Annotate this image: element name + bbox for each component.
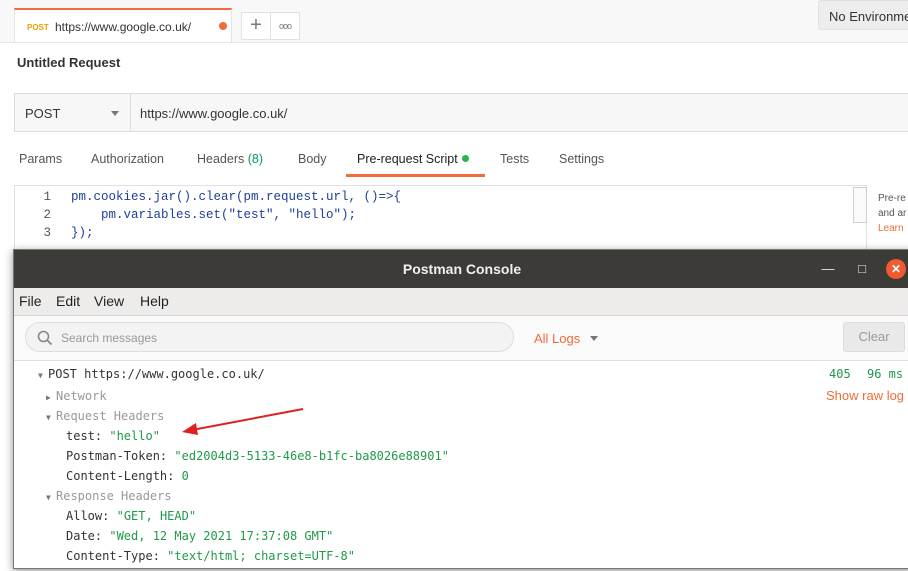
help-text: and ar bbox=[878, 208, 907, 219]
method-select[interactable]: POST bbox=[15, 94, 131, 131]
header-value: 0 bbox=[181, 469, 189, 483]
code-line: pm.cookies.jar().clear(pm.request.url, (… bbox=[71, 190, 402, 204]
header-row: Content-Length: 0 bbox=[66, 469, 189, 483]
request-subtabs: Params Authorization Headers (8) Body Pr… bbox=[0, 148, 908, 177]
tab-headers[interactable]: Headers (8) bbox=[197, 152, 263, 166]
line-number: 2 bbox=[43, 208, 51, 222]
log-entry-summary[interactable]: ▼ POST https://www.google.co.uk/ bbox=[38, 367, 265, 381]
chevron-down-icon bbox=[589, 336, 598, 341]
status-code: 405 bbox=[829, 367, 851, 381]
code-line: pm.variables.set("test", "hello"); bbox=[71, 208, 357, 222]
request-tab-url: https://www.google.co.uk/ bbox=[55, 20, 192, 34]
search-icon bbox=[37, 330, 53, 346]
clear-button[interactable]: Clear bbox=[843, 322, 905, 352]
response-headers-section[interactable]: ▼ Response Headers bbox=[46, 489, 172, 503]
response-time: 96 ms bbox=[867, 367, 904, 381]
log-filter-dropdown[interactable]: All Logs bbox=[534, 331, 598, 346]
tab-body[interactable]: Body bbox=[298, 152, 327, 166]
header-key: test: bbox=[66, 429, 103, 443]
header-value: "ed2004d3-5133-46e8-b1fc-ba8026e88901" bbox=[174, 449, 449, 463]
status-dot-icon bbox=[461, 155, 469, 162]
tab-tests[interactable]: Tests bbox=[500, 152, 529, 166]
expand-triangle-icon: ▼ bbox=[38, 371, 43, 380]
script-help-panel: Pre-re and ar Learn bbox=[878, 191, 908, 236]
header-key: Date: bbox=[66, 529, 103, 543]
headers-count: (8) bbox=[247, 152, 264, 166]
search-placeholder: Search messages bbox=[61, 331, 158, 345]
tab-params[interactable]: Params bbox=[19, 152, 62, 166]
header-key: Content-Type: bbox=[66, 549, 160, 563]
request-title[interactable]: Untitled Request bbox=[17, 55, 120, 70]
menu-edit[interactable]: Edit bbox=[56, 293, 80, 309]
network-label: Network bbox=[56, 389, 107, 403]
active-tab-indicator bbox=[346, 174, 485, 177]
console-log-list: ▼ POST https://www.google.co.uk/ 405 96 m… bbox=[14, 361, 908, 571]
header-row: Postman-Token: "ed2004d3-5133-46e8-b1fc-… bbox=[66, 449, 449, 463]
header-key: Content-Length: bbox=[66, 469, 175, 483]
search-input[interactable]: Search messages bbox=[25, 322, 514, 352]
new-tab-button[interactable]: + bbox=[241, 12, 271, 40]
request-headers-section[interactable]: ▼ Request Headers bbox=[46, 409, 164, 423]
method-select-value: POST bbox=[25, 106, 61, 121]
request-tab-bar: POST https://www.google.co.uk/ + ooo No … bbox=[0, 0, 908, 43]
maximize-icon[interactable]: □ bbox=[852, 259, 872, 279]
unsaved-dot-icon bbox=[219, 22, 227, 30]
menu-help[interactable]: Help bbox=[140, 293, 169, 309]
tab-authorization[interactable]: Authorization bbox=[91, 152, 164, 166]
line-number: 1 bbox=[43, 190, 51, 204]
editor-scrollbar[interactable] bbox=[853, 187, 867, 223]
environment-selector[interactable]: No Environment bbox=[818, 0, 908, 30]
log-entry-url: POST https://www.google.co.uk/ bbox=[48, 367, 265, 381]
header-value: "GET, HEAD" bbox=[116, 509, 197, 523]
help-text: Pre-re bbox=[878, 193, 906, 204]
tab-pre-request-script-label: Pre-request Script bbox=[357, 152, 458, 166]
postman-console-window: Postman Console — □ ✕ File Edit View Hel… bbox=[13, 249, 908, 569]
console-toolbar: Search messages All Logs Clear bbox=[14, 316, 908, 361]
tab-settings[interactable]: Settings bbox=[559, 152, 604, 166]
tab-headers-label: Headers bbox=[197, 152, 245, 166]
show-raw-log-link[interactable]: Show raw log bbox=[826, 388, 904, 403]
response-headers-label: Response Headers bbox=[56, 489, 172, 503]
log-filter-label: All Logs bbox=[534, 331, 581, 346]
header-value: "hello" bbox=[109, 429, 160, 443]
console-menubar: File Edit View Help bbox=[14, 288, 908, 316]
header-row: Date: "Wed, 12 May 2021 17:37:08 GMT" bbox=[66, 529, 333, 543]
console-title: Postman Console bbox=[402, 261, 522, 277]
collapsed-triangle-icon: ▶ bbox=[46, 393, 51, 402]
menu-view[interactable]: View bbox=[94, 293, 124, 309]
annotation-arrow-icon bbox=[182, 408, 304, 435]
network-section[interactable]: ▶ Network bbox=[46, 389, 107, 403]
expand-triangle-icon: ▼ bbox=[46, 413, 51, 422]
header-key: Allow: bbox=[66, 509, 110, 523]
script-editor[interactable]: 1 pm.cookies.jar().clear(pm.request.url,… bbox=[14, 185, 867, 255]
minimize-icon[interactable]: — bbox=[818, 259, 838, 279]
learn-more-link[interactable]: Learn bbox=[878, 221, 908, 236]
header-key: Postman-Token: bbox=[66, 449, 168, 463]
header-row: test: "hello" bbox=[66, 429, 160, 443]
header-value: "Wed, 12 May 2021 17:37:08 GMT" bbox=[109, 529, 334, 543]
more-tabs-button[interactable]: ooo bbox=[270, 12, 300, 40]
expand-triangle-icon: ▼ bbox=[46, 493, 51, 502]
request-tab-method: POST bbox=[27, 23, 49, 32]
header-row: Content-Type: "text/html; charset=UTF-8" bbox=[66, 549, 355, 563]
code-line: }); bbox=[71, 226, 94, 240]
chevron-down-icon bbox=[111, 111, 119, 116]
console-titlebar[interactable]: Postman Console — □ ✕ bbox=[14, 250, 908, 288]
url-bar: POST https://www.google.co.uk/ bbox=[14, 93, 908, 132]
close-icon[interactable]: ✕ bbox=[886, 259, 906, 279]
tab-pre-request-script[interactable]: Pre-request Script bbox=[357, 152, 469, 166]
url-input[interactable]: https://www.google.co.uk/ bbox=[140, 106, 287, 121]
request-headers-label: Request Headers bbox=[56, 409, 165, 423]
header-row: Allow: "GET, HEAD" bbox=[66, 509, 196, 523]
request-tab[interactable]: POST https://www.google.co.uk/ bbox=[14, 8, 232, 42]
header-value: "text/html; charset=UTF-8" bbox=[167, 549, 355, 563]
menu-file[interactable]: File bbox=[19, 293, 42, 309]
line-number: 3 bbox=[43, 226, 51, 240]
